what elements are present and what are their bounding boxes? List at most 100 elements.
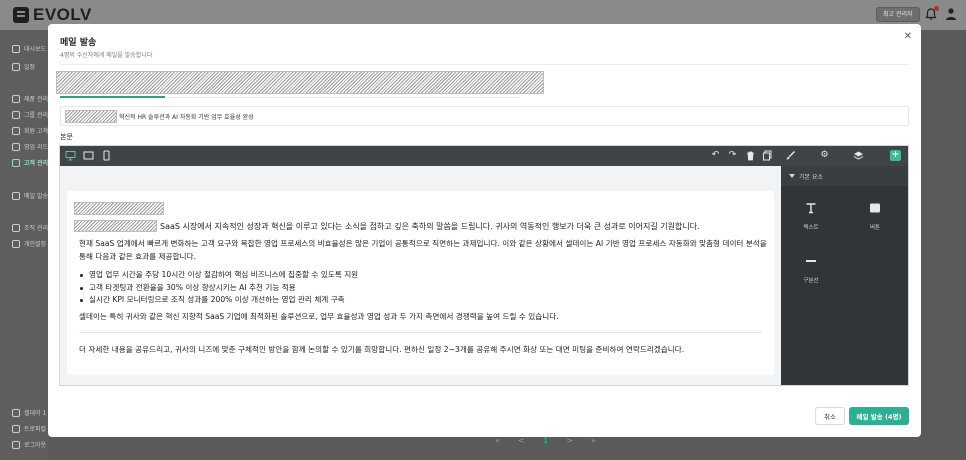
box-icon [12,94,20,103]
funnel-icon [12,142,20,151]
sidebar-item-leads[interactable]: 영업 리드 [12,142,48,151]
add-block-icon[interactable]: + [890,150,901,161]
logo-text: EVOLV [33,5,92,24]
list-item[interactable]: 영업 업무 시간을 주당 10시간 이상 절감하여 핵심 비즈니스에 집중할 수… [79,269,759,282]
sidebar-item-label: 회원 고객 [24,128,48,135]
block-divider[interactable]: 구분선 [781,241,841,291]
header-divider [60,64,909,65]
undo-icon[interactable]: ↶ [710,150,721,161]
notification-dot [934,6,939,11]
email-editor: ↶ ↷ ⚙ + SaaS 시장에서 지속적인 성장과 혁신을 이루고 있다는 소… [59,145,909,386]
block-label: 구분선 [803,278,819,284]
sidebar-item-logout[interactable]: 로그아웃 [12,440,48,449]
logo-icon [13,7,29,23]
desktop-icon[interactable] [65,150,76,161]
sidebar-item-label: 그룹 관리 [24,112,48,119]
block-label: 버튼 [869,225,881,231]
content-divider [79,332,762,333]
redacted-company [74,220,157,232]
close-icon[interactable]: ✕ [904,31,912,42]
sidebar-item-settings[interactable]: 개인설정 [12,239,48,248]
sidebar-item-mail[interactable]: 메일 발송 [12,191,48,200]
subject-value: 혁신적 HR 솔루션과 AI 자동화 기반 업무 효율성 완성 [119,113,254,121]
tablet-icon[interactable] [83,150,94,161]
block-text[interactable]: 텍스트 [781,188,841,238]
modal-title: 메일 발송 [60,38,97,48]
email-content-card[interactable]: SaaS 시장에서 지속적인 성장과 혁신을 이루고 있다는 소식을 접하고 깊… [67,191,774,375]
sidebar-item-label: 일정 [24,64,36,71]
user-icon[interactable] [945,7,957,21]
blocks-category-label: 기본 요소 [799,173,823,181]
redacted-subject-prefix [65,109,117,123]
pagination-first[interactable]: « [495,436,500,445]
org-icon [12,223,20,232]
logo[interactable]: EVOLV [13,5,92,24]
subject-field[interactable]: 혁신적 HR 솔루션과 AI 자동화 기반 업무 효율성 완성 [60,106,909,126]
chart-icon [12,44,20,53]
calendar-icon [12,62,20,71]
active-tab-indicator [60,96,165,98]
pagination-next[interactable]: > [566,436,573,445]
text-icon [806,203,816,214]
redacted-recipients [56,71,544,94]
mail-icon [12,191,20,200]
tab-divider [165,97,520,98]
mail-send-modal: 메일 발송 4명의 수신자에게 메일을 발송합니다 ✕ 혁신적 HR 솔루션과 … [48,24,921,437]
brush-icon[interactable] [785,150,796,161]
editor-toolbar: ↶ ↷ ⚙ + [60,146,908,166]
gear-icon[interactable]: ⚙ [819,150,830,161]
modal-subtitle: 4명의 수신자에게 메일을 발송합니다 [60,52,153,59]
sidebar-item-label: 셀데이 1 [24,410,47,417]
paragraph-1[interactable]: 현재 SaaS 업계에서 빠르게 변화하는 고객 요구와 복잡한 영업 프로세스… [79,238,767,263]
redacted-greeting [74,202,164,215]
block-button[interactable]: 버튼 [845,188,905,238]
sidebar-item-customers[interactable]: 고객 관리 [12,158,48,167]
list-item[interactable]: 실시간 KPI 모니터링으로 조직 성과를 200% 이상 개선하는 영업 관리… [79,294,759,307]
paragraph-3[interactable]: 더 자세한 내용을 공유드리고, 귀사의 니즈에 맞춘 구체적인 방안을 함께 … [79,344,684,355]
block-label: 텍스트 [803,225,819,231]
sidebar-item-label: 메일 발송 [24,193,48,200]
blocks-panel: 기본 요소 텍스트 버튼 구분선 [781,166,908,385]
mobile-icon[interactable] [101,150,112,161]
sidebar-item-label: 대시보드 [24,46,47,53]
sidebar-item-groups[interactable]: 그룹 관리 [12,110,48,119]
sidebar-item-org[interactable]: 조직 관리 [12,223,48,232]
caret-down-icon [789,174,795,178]
sidebar-item-workspace[interactable]: 셀데이 1 [12,408,48,417]
send-mail-button[interactable]: 메일 발송 (4명) [849,407,909,425]
sidebar: 대시보드 일정 제품 관리 그룹 관리 회원 고객 영업 리드 고객 관리 메일… [0,30,48,460]
benefit-list: 영업 업무 시간을 주당 10시간 이상 절감하여 핵심 비즈니스에 집중할 수… [79,269,759,307]
admin-badge[interactable]: 최고 관리자 [876,7,920,22]
sidebar-item-schedule[interactable]: 일정 [12,62,48,71]
button-icon [870,203,880,213]
team-icon [12,424,20,433]
pagination-last[interactable]: » [591,436,596,445]
pagination: « < 1 > » [495,436,596,445]
users-icon [12,158,20,167]
list-item[interactable]: 고객 타겟팅과 전환율을 30% 이상 향상시키는 AI 추천 기능 적용 [79,282,759,295]
divider-icon [806,260,816,262]
cancel-button[interactable]: 취소 [815,407,845,425]
body-label: 본문 [60,133,73,141]
blocks-category-header[interactable]: 기본 요소 [781,166,908,186]
paragraph-2[interactable]: 셀데이는 특히 귀사와 같은 혁신 지향적 SaaS 기업에 최적화된 솔루션으… [79,311,559,322]
editor-canvas[interactable]: SaaS 시장에서 지속적인 성장과 혁신을 이루고 있다는 소식을 접하고 깊… [60,166,781,385]
sidebar-item-products[interactable]: 제품 관리 [12,94,48,103]
sidebar-item-label: 영업 리드 [24,144,48,151]
sidebar-item-label: 트로피컬 [24,426,47,433]
gear-icon [12,126,20,135]
trash-icon[interactable] [745,150,756,161]
redo-icon[interactable]: ↷ [727,150,738,161]
sidebar-item-label: 조직 관리 [24,225,48,232]
logout-icon [12,440,20,449]
sidebar-item-team[interactable]: 트로피컬 [12,424,48,433]
sidebar-item-dashboard[interactable]: 대시보드 [12,44,48,53]
pagination-current[interactable]: 1 [543,436,549,445]
copy-icon[interactable] [762,150,773,161]
sidebar-item-label: 제품 관리 [24,96,48,103]
user-settings-icon [12,239,20,248]
layers-icon[interactable] [853,150,864,161]
sidebar-item-members[interactable]: 회원 고객 [12,126,48,135]
intro-text[interactable]: SaaS 시장에서 지속적인 성장과 혁신을 이루고 있다는 소식을 접하고 깊… [160,221,700,232]
pagination-prev[interactable]: < [518,436,525,445]
